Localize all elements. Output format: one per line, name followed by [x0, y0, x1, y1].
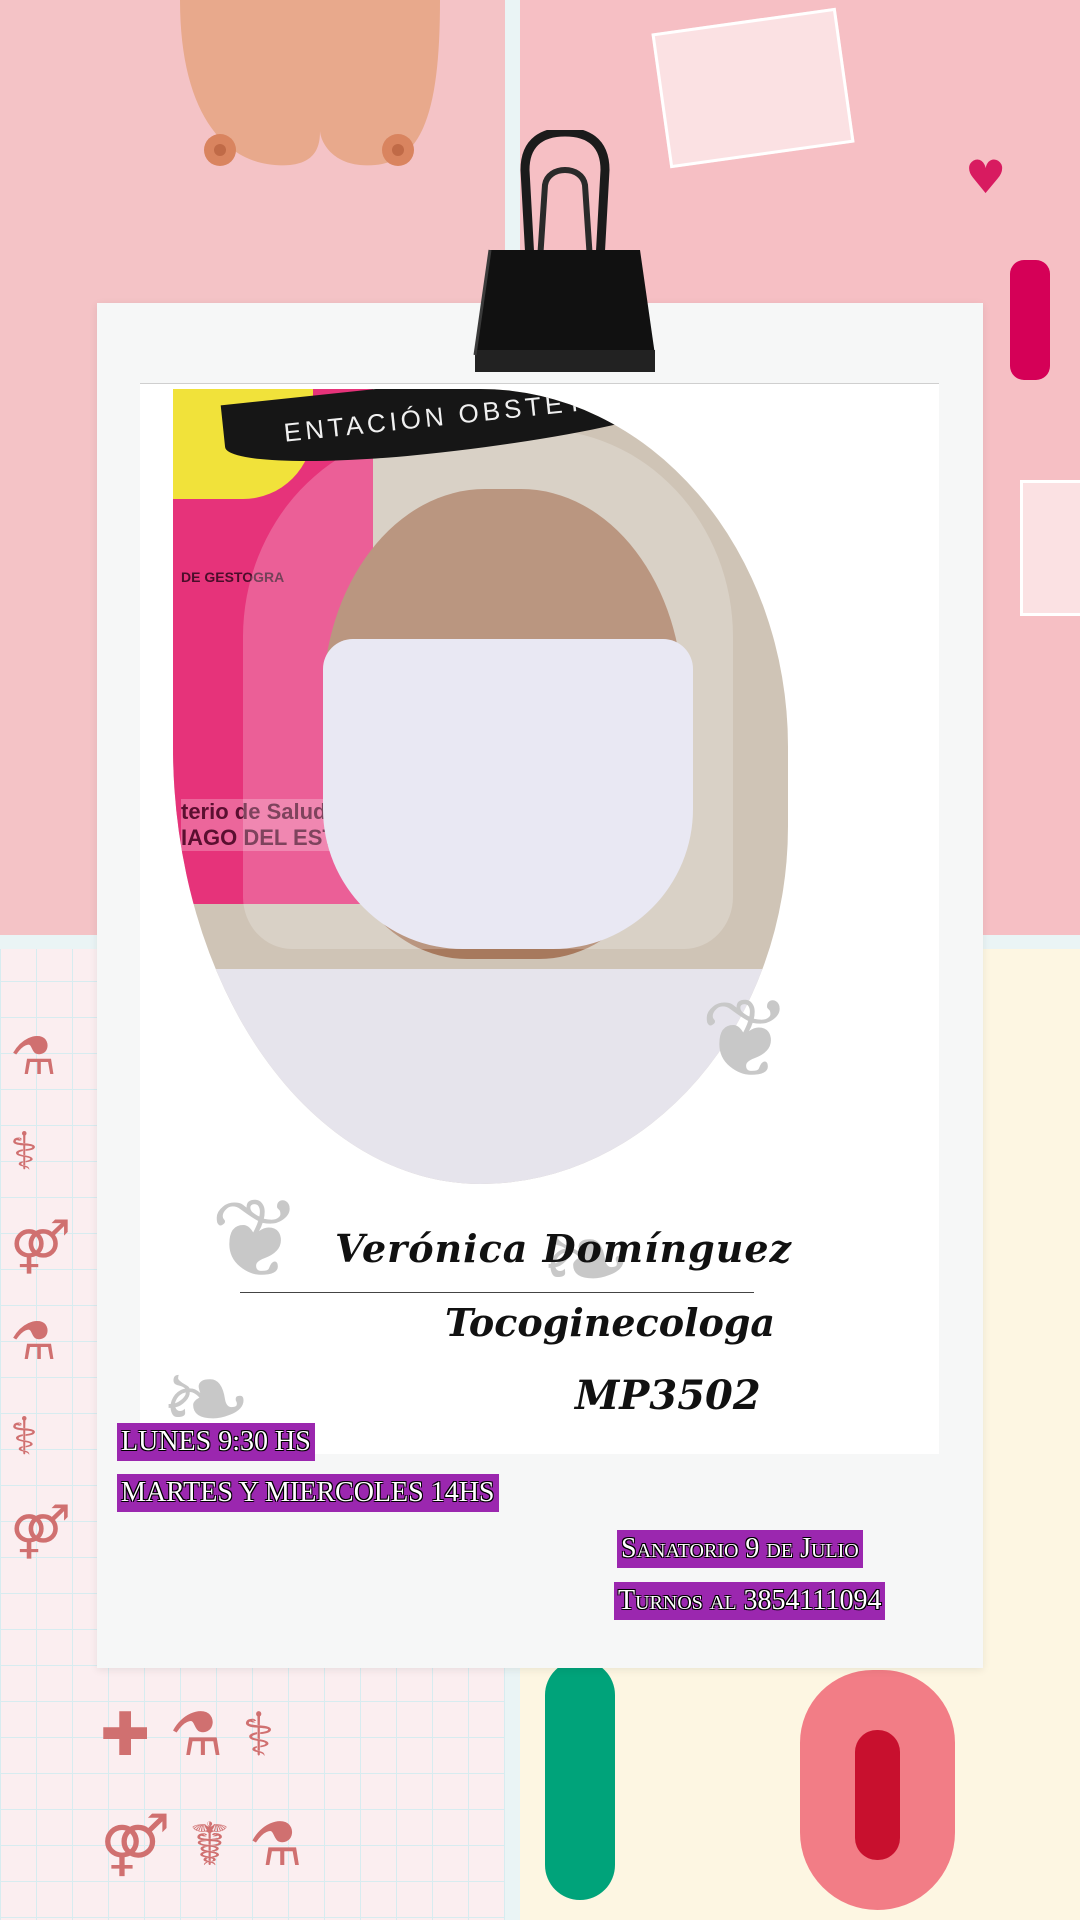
medical-icons-pattern: ✚ ⚗ ⚕ ⚤ ☤ ⚗	[100, 1700, 303, 1880]
doctor-name: Verónica Domínguez	[335, 1226, 793, 1271]
heart-icon: ♥	[965, 150, 1007, 204]
appointments-phone: Turnos al 3854111094	[614, 1582, 886, 1620]
medical-icons-pattern: ⚗ ⚕ ⚤ ⚗ ⚕ ⚤	[10, 1027, 72, 1562]
binder-clip-icon	[473, 130, 655, 372]
leaf-decoration: ❦	[210, 1175, 303, 1303]
lipstick-illustration	[1010, 260, 1050, 380]
profile-card: DE GESTOGRA terio de Salud IAGO DEL ESTE…	[97, 303, 983, 1668]
white-coat	[173, 969, 788, 1184]
doctor-specialty: Tocoginecologa	[445, 1300, 776, 1345]
pad-illustration	[1020, 480, 1080, 616]
profile-photo: DE GESTOGRA terio de Salud IAGO DEL ESTE…	[173, 389, 788, 1184]
schedule-line-2: MARTES Y MIERCOLES 14HS	[117, 1474, 499, 1512]
face-shield	[243, 429, 733, 949]
location-place: Sanatorio 9 de Julio	[617, 1530, 863, 1568]
vulva-illustration-icon	[545, 1660, 615, 1900]
pad-illustration	[651, 7, 855, 169]
breast-icon	[180, 0, 440, 166]
leaf-decoration: ❦	[700, 975, 793, 1103]
schedule-line-1: LUNES 9:30 HS	[117, 1423, 315, 1461]
name-underline	[240, 1292, 754, 1293]
vulva-illustration-icon	[855, 1730, 900, 1860]
photo-frame: DE GESTOGRA terio de Salud IAGO DEL ESTE…	[140, 383, 939, 1454]
doctor-license: MP3502	[575, 1372, 761, 1419]
